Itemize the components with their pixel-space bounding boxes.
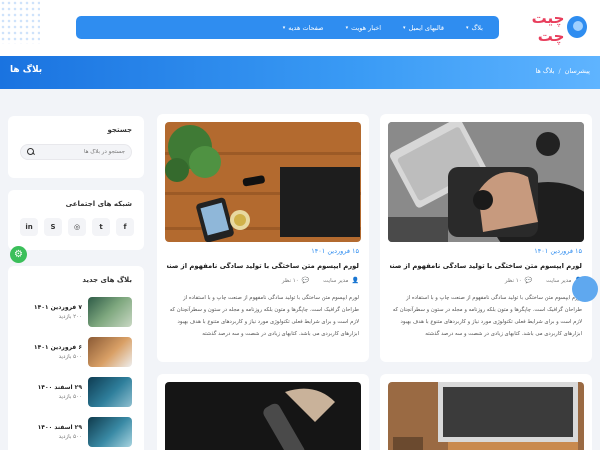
post-image [388, 382, 584, 450]
post-thumbnail [88, 297, 132, 327]
logo-text: چیت چت [531, 9, 565, 45]
post-date: ۶ فروردین ۱۴۰۱ [33, 344, 82, 351]
breadcrumb: پیشرسان / بلاگ ها [535, 67, 590, 75]
post-title[interactable]: لورم ایپسوم متن ساختگی با تولید سادگی نا… [167, 262, 359, 270]
page-title: بلاگ ها [10, 65, 43, 75]
twitter-icon[interactable]: t [92, 218, 110, 236]
comments-meta: 💬۱۰ نظر [505, 277, 532, 284]
top-header: بلاگ ▾ قالبهای ایمیل ▾ اخبار هویت ▾ صفحات ه… [0, 0, 600, 56]
user-icon: 👤 [351, 277, 359, 284]
chevron-down-icon: ▾ [282, 24, 286, 31]
facebook-icon[interactable]: f [116, 218, 134, 236]
settings-gear-icon[interactable]: ⚙ [10, 246, 27, 263]
post-excerpt: لورم ایپسوم متن ساختگی با تولید سادگی نا… [169, 295, 359, 337]
widget-title: شبکه های اجتماعی [65, 200, 132, 208]
list-item[interactable]: ۲۹ اسفند ۱۴۰۰ ۵۰۰ بازدید [8, 372, 144, 412]
post-thumbnail [88, 377, 132, 407]
list-item[interactable]: ۲۹ اسفند ۱۴۰۰ ۵۰۰ بازدید [8, 412, 144, 450]
decorative-dots [0, 0, 40, 44]
skype-icon[interactable]: S [44, 218, 62, 236]
chevron-down-icon: ▾ [465, 24, 469, 31]
recent-posts-widget: بلاگ های جدید ۷ فروردین ۱۴۰۱ ۲۰۰ بازدید ۶… [8, 266, 144, 450]
nav-label: قالبهای ایمیل [408, 23, 444, 32]
post-comments: ۱۰ نظر [504, 278, 522, 284]
nav-label: بلاگ [471, 23, 483, 32]
comment-icon: 💬 [524, 277, 533, 284]
post-excerpt: لورم ایپسوم متن ساختگی با تولید سادگی نا… [392, 295, 582, 337]
post-views: ۵۰۰ بازدید [58, 434, 82, 440]
post-image [165, 122, 361, 242]
post-thumbnail [88, 417, 132, 447]
comments-meta: 💬۱۰ نظر [282, 277, 309, 284]
chat-bubble-logo-icon [567, 16, 587, 38]
social-links: f t ◎ S in [8, 208, 144, 236]
page-banner: بلاگ ها پیشرسان / بلاگ ها [0, 56, 600, 89]
post-date: ۱۵ فروردین ۱۴۰۱ [311, 247, 359, 255]
post-author: مدیر سایت [323, 278, 349, 284]
post-views: ۵۰۰ بازدید [58, 354, 82, 360]
site-logo[interactable]: چیت چت [507, 9, 587, 45]
post-title[interactable]: لورم ایپسوم متن ساختگی با تولید سادگی نا… [390, 262, 582, 270]
nav-item-gift-pages[interactable]: صفحات هدیه ▾ [283, 24, 324, 32]
main-navbar: بلاگ ▾ قالبهای ایمیل ▾ اخبار هویت ▾ صفحات ه… [76, 16, 499, 39]
search-icon[interactable] [27, 148, 35, 156]
floating-bubble [572, 276, 598, 302]
post-date: ۲۹ اسفند ۱۴۰۰ [37, 384, 82, 391]
post-meta: 👤مدیر سایت 💬۱۰ نظر [505, 277, 582, 284]
search-box [20, 144, 132, 160]
post-image [388, 122, 584, 242]
post-meta: 👤مدیر سایت 💬۱۰ نظر [282, 277, 359, 284]
comment-icon: 💬 [301, 277, 310, 284]
post-date: ۱۵ فروردین ۱۴۰۱ [534, 247, 582, 255]
post-date: ۷ فروردین ۱۴۰۱ [33, 304, 82, 311]
social-widget: شبکه های اجتماعی f t ◎ S in [8, 190, 144, 250]
post-views: ۲۰۰ بازدید [58, 314, 82, 320]
nav-item-identity-news[interactable]: اخبار هویت ▾ [346, 24, 381, 32]
nav-label: اخبار هویت [351, 23, 382, 32]
list-item[interactable]: ۶ فروردین ۱۴۰۱ ۵۰۰ بازدید [8, 332, 144, 372]
search-input[interactable] [35, 149, 125, 155]
chevron-down-icon: ▾ [403, 24, 406, 31]
post-views: ۵۰۰ بازدید [58, 394, 82, 400]
nav-item-blog[interactable]: بلاگ ▾ [466, 24, 483, 32]
list-item[interactable]: ۷ فروردین ۱۴۰۱ ۲۰۰ بازدید [8, 292, 144, 332]
instagram-icon[interactable]: ◎ [68, 218, 86, 236]
post-image [165, 382, 361, 450]
nav-label: صفحات هدیه [288, 23, 324, 32]
breadcrumb-current: بلاگ ها [535, 67, 555, 75]
search-widget: جستجو [8, 116, 144, 178]
blog-card[interactable] [380, 374, 592, 450]
post-thumbnail [88, 337, 132, 367]
breadcrumb-separator: / [558, 67, 561, 75]
widget-title: بلاگ های جدید [82, 276, 132, 284]
linkedin-icon[interactable]: in [20, 218, 38, 236]
widget-title: جستجو [107, 126, 132, 134]
author-meta: 👤مدیر سایت [323, 277, 359, 284]
blog-card[interactable]: ۱۵ فروردین ۱۴۰۱ لورم ایپسوم متن ساختگی ب… [157, 114, 369, 362]
blog-card[interactable] [157, 374, 369, 450]
blog-card[interactable]: ۱۵ فروردین ۱۴۰۱ لورم ایپسوم متن ساختگی ب… [380, 114, 592, 362]
post-date: ۲۹ اسفند ۱۴۰۰ [37, 424, 82, 431]
chevron-down-icon: ▾ [345, 24, 349, 31]
post-author: مدیر سایت [546, 278, 572, 284]
nav-item-email-templates[interactable]: قالبهای ایمیل ▾ [403, 24, 444, 32]
post-comments: ۱۰ نظر [281, 278, 299, 284]
breadcrumb-home[interactable]: پیشرسان [565, 67, 590, 75]
